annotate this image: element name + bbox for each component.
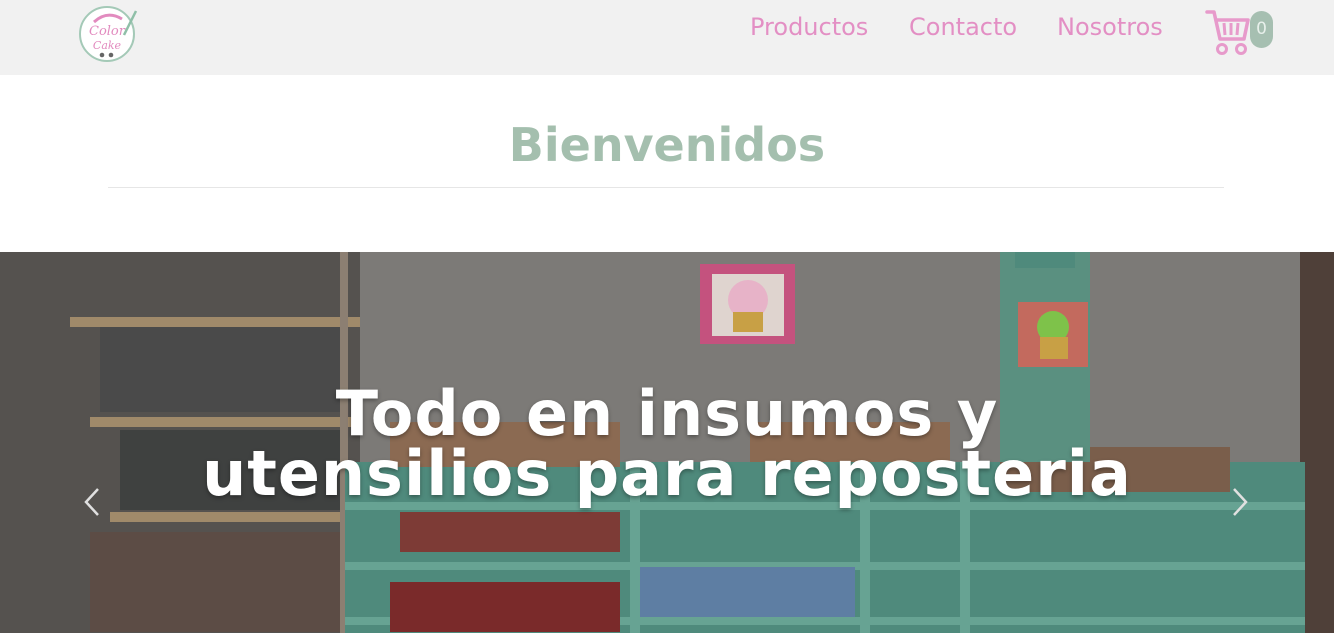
page-title: Bienvenidos <box>508 118 826 172</box>
cart-count-badge: 0 <box>1250 11 1273 48</box>
svg-text:Cake: Cake <box>93 39 122 52</box>
nav-link-nosotros[interactable]: Nosotros <box>1057 12 1163 42</box>
brand-logo[interactable]: Color Cake <box>78 5 138 62</box>
divider <box>108 187 1224 188</box>
nav-link-productos[interactable]: Productos <box>750 12 868 42</box>
chevron-right-icon <box>1233 488 1248 516</box>
carousel-next-button[interactable] <box>1226 482 1256 522</box>
navbar: Color Cake Productos Contacto Nosotros 0 <box>0 0 1334 75</box>
nav-link-contacto[interactable]: Contacto <box>909 12 1017 42</box>
carousel-prev-button[interactable] <box>78 482 108 522</box>
hero-caption: Todo en insumos y utensilios para repost… <box>202 377 1132 510</box>
cart-button[interactable] <box>1205 8 1250 56</box>
cart-icon <box>1205 10 1250 55</box>
hero-carousel: Todo en insumos y utensilios para repost… <box>0 252 1334 633</box>
svg-text:Color: Color <box>89 24 126 39</box>
logo-icon: Color Cake <box>79 6 138 62</box>
chevron-left-icon <box>84 488 99 516</box>
